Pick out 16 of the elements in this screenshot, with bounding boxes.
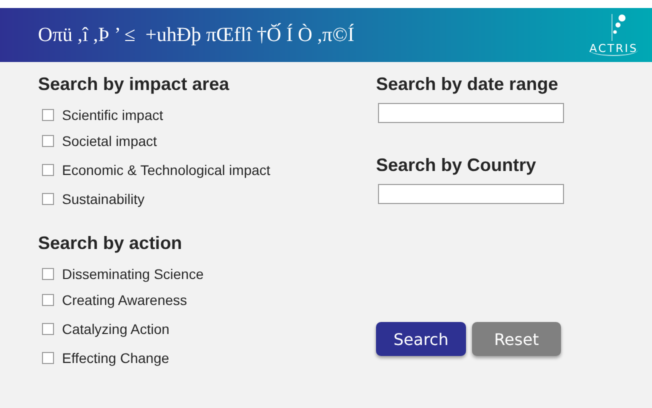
- checkbox-label: Economic & Technological impact: [62, 162, 270, 178]
- section-heading: Search by Country: [376, 155, 538, 176]
- checkbox-label: Sustainability: [62, 190, 144, 206]
- checkbox-label: Creating Awareness: [62, 292, 188, 308]
- checkbox-label: Disseminating Science: [62, 266, 204, 282]
- section-heading: Search by action: [38, 233, 184, 254]
- checkbox-label: Catalyzing Action: [62, 320, 170, 336]
- checkbox-label: Effecting Change: [62, 350, 170, 366]
- reset-button[interactable]: Reset: [472, 322, 561, 356]
- section-heading: Search by date range: [376, 74, 560, 95]
- logo: ACTRIS: [589, 14, 638, 56]
- checkbox-label: Scientific impact: [62, 106, 164, 122]
- header-title: Oπü ,î ,Þ ’ ≤ +uhĐþ πŒflî †Ŏ́ Í Ò ,π©Í: [38, 24, 354, 46]
- checkbox-label: Societal impact: [62, 132, 157, 148]
- search-button[interactable]: Search: [376, 322, 466, 356]
- section-heading: Search by impact area: [38, 74, 230, 95]
